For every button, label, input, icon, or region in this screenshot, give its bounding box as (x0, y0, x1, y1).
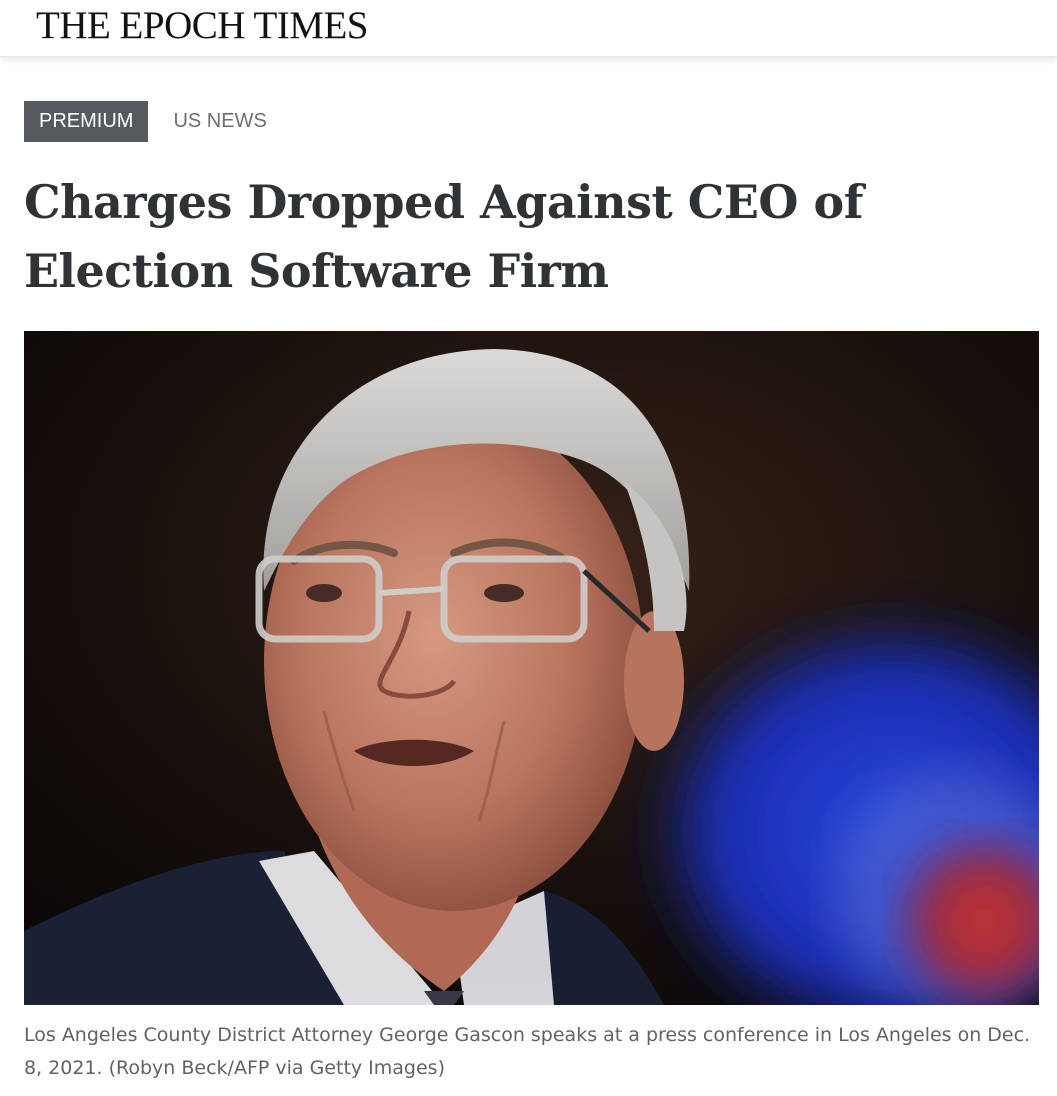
article-headline: Charges Dropped Against CEO of Election … (24, 175, 864, 298)
masthead: THE EPOCH TIMES (0, 0, 1057, 57)
photo-illustration (24, 331, 1039, 1005)
article-tags: PREMIUM US NEWS (24, 101, 267, 142)
article-photo (24, 331, 1039, 1005)
premium-badge[interactable]: PREMIUM (24, 101, 149, 142)
photo-caption: Los Angeles County District Attorney Geo… (24, 1024, 1031, 1079)
category-link[interactable]: US NEWS (173, 101, 266, 142)
site-logo[interactable]: THE EPOCH TIMES (36, 4, 368, 48)
